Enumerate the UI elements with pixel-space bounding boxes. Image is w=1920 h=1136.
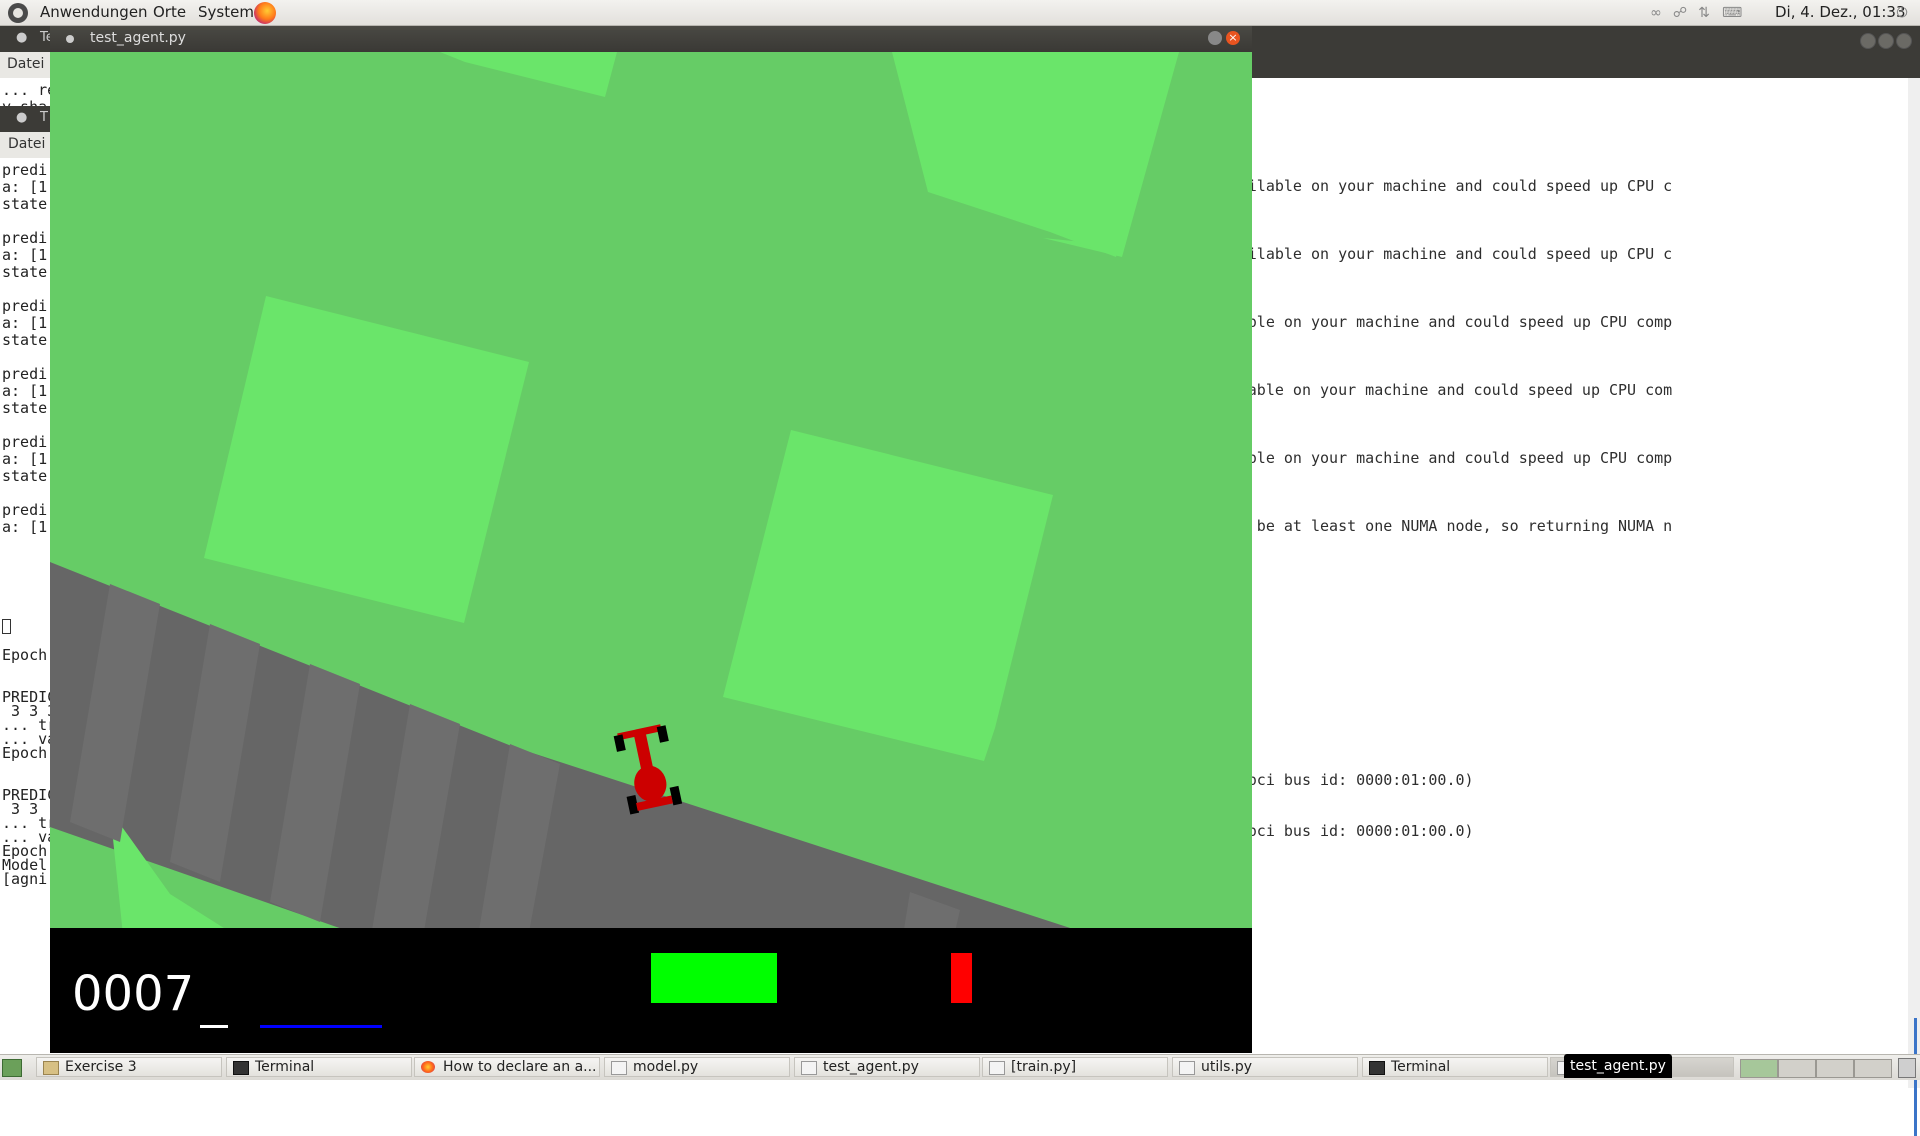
pin-icon: ●: [16, 30, 28, 45]
python-file-icon: [611, 1061, 627, 1075]
terminal-scrollbar[interactable]: [1908, 78, 1920, 1136]
network-icon[interactable]: ⇅: [1696, 5, 1712, 21]
taskbar-item-label: Exercise 3: [65, 1059, 137, 1075]
terminal-line: a: [1: [2, 246, 48, 264]
taskbar-item[interactable]: utils.py: [1172, 1057, 1358, 1077]
terminal-line: a: [1: [2, 382, 48, 400]
taskbar-item-label: Terminal: [1391, 1059, 1451, 1075]
terminal-line: a: [1: [2, 178, 48, 196]
workspace-2[interactable]: [1778, 1059, 1816, 1078]
taskbar-item[interactable]: Terminal: [1362, 1057, 1548, 1077]
terminal-line: ... re: [2, 81, 57, 99]
taskbar-item[interactable]: [train.py]: [982, 1057, 1168, 1077]
taskbar-item[interactable]: Exercise 3: [36, 1057, 222, 1077]
taskbar-item[interactable]: model.py: [604, 1057, 790, 1077]
taskbar-item-label: How to declare an a...: [443, 1059, 597, 1075]
taskbar-item-label: test_agent.py: [823, 1059, 919, 1075]
terminal-line: predi: [2, 501, 48, 519]
gyroscope-indicator: [951, 953, 972, 1003]
python-file-icon: [1179, 1061, 1195, 1075]
terminal-line: a: [1: [2, 450, 48, 468]
trash-icon[interactable]: [1898, 1058, 1916, 1078]
python-file-icon: [989, 1061, 1005, 1075]
firefox-icon[interactable]: [254, 2, 276, 24]
workspace-1[interactable]: [1740, 1059, 1778, 1078]
terminal-line: predi: [2, 433, 48, 451]
speed-indicator: [200, 1025, 228, 1028]
game-window: test_agent.py × 0007: [50, 26, 1252, 1053]
window-title: T: [40, 110, 48, 125]
menu-file[interactable]: Datei: [8, 136, 45, 152]
hud-panel: 0007: [50, 928, 1252, 1053]
taskbar-item[interactable]: test_agent.py: [794, 1057, 980, 1077]
power-icon[interactable]: ⏻: [1894, 5, 1910, 21]
taskbar-item-label: [train.py]: [1011, 1059, 1077, 1075]
taskbar-tooltip: test_agent.py: [1564, 1054, 1672, 1078]
terminal-line: state: [2, 331, 48, 349]
terminal-line: Epoch:: [2, 744, 57, 762]
taskbar-item[interactable]: Terminal: [226, 1057, 412, 1077]
minimize-button[interactable]: [1208, 31, 1222, 45]
abs-sensor-indicator: [260, 1025, 382, 1028]
firefox-icon: [421, 1061, 435, 1073]
terminal-line: state: [2, 263, 48, 281]
taskbar-item-label: model.py: [633, 1059, 699, 1075]
clock[interactable]: Di, 4. Dez., 01:33: [1775, 3, 1906, 21]
game-titlebar[interactable]: test_agent.py ×: [50, 26, 1252, 52]
folder-icon: [43, 1061, 59, 1075]
score-display: 0007: [72, 966, 195, 1022]
minimize-button[interactable]: [1860, 33, 1876, 49]
terminal-line: predi: [2, 229, 48, 247]
python-file-icon: [801, 1061, 817, 1075]
lock-icon[interactable]: ☍: [1672, 5, 1688, 21]
show-desktop-icon[interactable]: [2, 1059, 22, 1077]
terminal-line: state: [2, 195, 48, 213]
keyboard-icon[interactable]: ⌨: [1722, 5, 1742, 21]
terminal-line: predi: [2, 161, 48, 179]
close-button[interactable]: ×: [1226, 31, 1240, 45]
terminal-line: a: [1: [2, 518, 48, 536]
taskbar-item[interactable]: How to declare an a...: [414, 1057, 600, 1077]
terminal-icon: [233, 1061, 249, 1075]
terminal-line: predi: [2, 365, 48, 383]
terminal-line: predi: [2, 297, 48, 315]
menu-places[interactable]: Orte: [153, 3, 186, 21]
window-title: test_agent.py: [90, 30, 186, 46]
pin-icon: ●: [16, 110, 28, 125]
terminal-line: Epoch:: [2, 646, 57, 664]
ubuntu-logo-icon[interactable]: [8, 3, 28, 23]
terminal-line: [agni: [2, 870, 48, 888]
bluetooth-icon[interactable]: ∞: [1648, 5, 1664, 21]
pin-icon: [66, 35, 74, 43]
terminal-line: state: [2, 399, 48, 417]
terminal-line: state: [2, 467, 48, 485]
close-button[interactable]: [1896, 33, 1912, 49]
menu-applications[interactable]: Anwendungen: [40, 3, 148, 21]
menu-system[interactable]: System: [198, 3, 254, 21]
workspace-4[interactable]: [1854, 1059, 1892, 1078]
terminal-cursor: [2, 619, 11, 634]
game-canvas[interactable]: [50, 52, 1252, 1053]
taskbar-item-label: utils.py: [1201, 1059, 1253, 1075]
steering-indicator: [651, 953, 777, 1003]
terminal-line: a: [1: [2, 314, 48, 332]
terminal-icon: [1369, 1061, 1385, 1075]
taskbar-item-label: Terminal: [255, 1059, 315, 1075]
menu-file[interactable]: Datei: [7, 56, 44, 72]
maximize-button[interactable]: [1878, 33, 1894, 49]
top-panel: Anwendungen Orte System ∞ ☍ ⇅ ⌨ Di, 4. D…: [0, 0, 1920, 26]
workspace-3[interactable]: [1816, 1059, 1854, 1078]
